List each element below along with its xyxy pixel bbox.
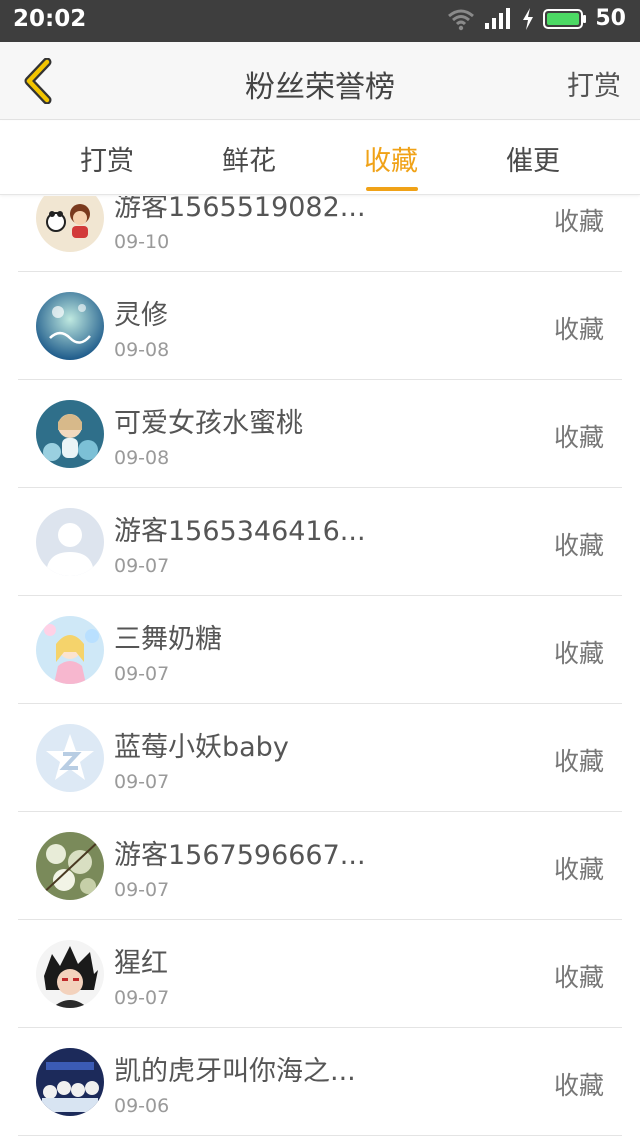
list-item[interactable]: 游客1565346416... 09-07 收藏 xyxy=(18,488,622,596)
list-item[interactable]: 游客1567596667... 09-07 收藏 xyxy=(18,812,622,920)
date: 09-06 xyxy=(114,1095,170,1117)
avatar xyxy=(36,724,104,792)
user-name: 凯的虎牙叫你海之... xyxy=(114,1056,356,1087)
tip-button[interactable]: 打赏 xyxy=(567,64,621,103)
avatar xyxy=(36,1048,104,1116)
default-user-icon xyxy=(36,508,104,576)
user-name: 猩红 xyxy=(114,948,168,979)
avatar xyxy=(36,616,104,684)
list-item[interactable]: 蓝莓小妖baby 09-07 收藏 xyxy=(18,704,622,812)
qzone-star-icon xyxy=(36,724,104,792)
list-item[interactable]: 猩红 09-07 收藏 xyxy=(18,920,622,1028)
status-indicators: 50 xyxy=(447,6,626,31)
signal-icon xyxy=(485,7,511,29)
navigation-bar: 粉丝荣誉榜 打赏 xyxy=(0,42,640,120)
date: 09-07 xyxy=(114,771,170,793)
tab-bar: 打赏 鲜花 收藏 催更 xyxy=(0,121,640,195)
avatar xyxy=(36,832,104,900)
avatar xyxy=(36,400,104,468)
date: 09-07 xyxy=(114,879,170,901)
user-name: 三舞奶糖 xyxy=(114,624,222,655)
avatar xyxy=(36,508,104,576)
charging-icon xyxy=(523,7,534,30)
user-name: 游客1565519082... xyxy=(114,196,366,223)
user-name: 蓝莓小妖baby xyxy=(114,732,289,763)
user-name: 游客1565346416... xyxy=(114,516,366,547)
date: 09-07 xyxy=(114,663,170,685)
list-item[interactable]: 凯的虎牙叫你海之... 09-06 收藏 xyxy=(18,1028,622,1136)
page-title: 粉丝荣誉榜 xyxy=(245,70,395,105)
tab-tip[interactable]: 打赏 xyxy=(47,139,167,178)
fan-list[interactable]: 游客1565519082... 09-10 收藏 灵修 09-08 收藏 可爱女… xyxy=(0,196,640,1138)
status-time: 20:02 xyxy=(13,6,87,32)
battery-icon xyxy=(543,8,587,29)
action-label: 收藏 xyxy=(553,1071,604,1100)
action-label: 收藏 xyxy=(553,855,604,884)
user-name: 可爱女孩水蜜桃 xyxy=(114,408,303,439)
action-label: 收藏 xyxy=(553,963,604,992)
tab-favorites[interactable]: 收藏 xyxy=(331,139,451,178)
status-bar: 20:02 50 xyxy=(0,0,640,42)
user-name: 游客1567596667... xyxy=(114,840,366,871)
battery-level: 50 xyxy=(595,6,626,31)
action-label: 收藏 xyxy=(553,207,604,236)
avatar xyxy=(36,940,104,1008)
date: 09-08 xyxy=(114,447,170,469)
action-label: 收藏 xyxy=(553,747,604,776)
list-item[interactable]: 游客1565519082... 09-10 收藏 xyxy=(18,196,622,272)
date: 09-07 xyxy=(114,987,170,1009)
action-label: 收藏 xyxy=(553,315,604,344)
list-item[interactable]: 可爱女孩水蜜桃 09-08 收藏 xyxy=(18,380,622,488)
list-item[interactable]: 灵修 09-08 收藏 xyxy=(18,272,622,380)
avatar xyxy=(36,292,104,360)
avatar xyxy=(36,196,104,252)
active-tab-indicator xyxy=(366,187,418,191)
tab-urge-update[interactable]: 催更 xyxy=(473,139,593,178)
date: 09-08 xyxy=(114,339,170,361)
action-label: 收藏 xyxy=(553,639,604,668)
tab-flowers[interactable]: 鲜花 xyxy=(189,139,309,178)
list-item[interactable]: 三舞奶糖 09-07 收藏 xyxy=(18,596,622,704)
user-name: 灵修 xyxy=(114,300,168,331)
action-label: 收藏 xyxy=(553,531,604,560)
action-label: 收藏 xyxy=(553,423,604,452)
date: 09-07 xyxy=(114,555,170,577)
wifi-icon xyxy=(448,9,475,30)
date: 09-10 xyxy=(114,231,170,253)
